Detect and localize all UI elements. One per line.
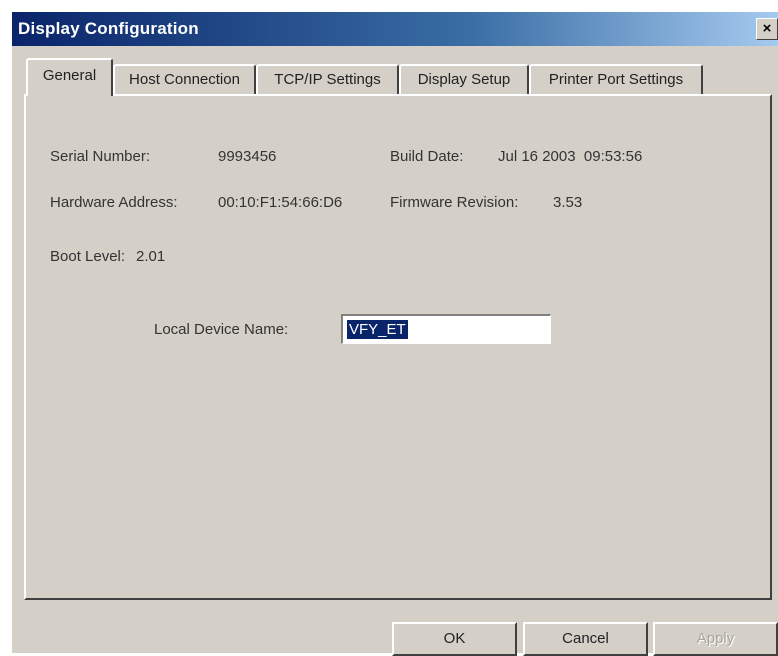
build-date-value: Jul 16 2003 09:53:56 xyxy=(498,148,643,165)
tab-host-connection-label: Host Connection xyxy=(129,71,240,88)
tab-printer-port-settings-label: Printer Port Settings xyxy=(548,71,684,88)
general-tab-panel: Serial Number: 9993456 Build Date: Jul 1… xyxy=(24,94,772,600)
local-device-name-selected-text[interactable]: VFY_ET xyxy=(347,320,408,339)
title-bar[interactable]: Display Configuration × xyxy=(12,12,778,46)
boot-level-value: 2.01 xyxy=(136,248,166,265)
hardware-address-value: 00:10:F1:54:66:D6 xyxy=(218,194,343,211)
tab-tcpip-settings[interactable]: TCP/IP Settings xyxy=(256,64,399,94)
cancel-button[interactable]: Cancel xyxy=(523,622,648,656)
tab-general[interactable]: General xyxy=(26,58,113,96)
serial-number-value: 9993456 xyxy=(218,148,277,165)
window-title: Display Configuration xyxy=(18,19,199,38)
close-icon[interactable]: × xyxy=(756,18,778,40)
firmware-revision-label: Firmware Revision: xyxy=(390,194,519,211)
display-configuration-window: Display Configuration × General Host Con… xyxy=(10,10,778,656)
boot-level-label: Boot Level: xyxy=(50,248,126,265)
firmware-revision-value: 3.53 xyxy=(553,194,583,211)
build-date-label: Build Date: xyxy=(390,148,464,165)
local-device-name-input[interactable]: VFY_ET xyxy=(341,314,551,344)
local-device-name-label: Local Device Name: xyxy=(154,321,289,338)
tab-printer-port-settings[interactable]: Printer Port Settings xyxy=(529,64,703,94)
hardware-address-label: Hardware Address: xyxy=(50,194,178,211)
tab-host-connection[interactable]: Host Connection xyxy=(113,64,256,94)
tab-general-label: General xyxy=(42,67,97,84)
tab-tcpip-settings-label: TCP/IP Settings xyxy=(274,71,381,88)
serial-number-label: Serial Number: xyxy=(50,148,151,165)
apply-button: Apply xyxy=(653,622,778,656)
tab-display-setup[interactable]: Display Setup xyxy=(399,64,529,94)
tab-display-setup-label: Display Setup xyxy=(417,71,511,88)
ok-button[interactable]: OK xyxy=(392,622,517,656)
